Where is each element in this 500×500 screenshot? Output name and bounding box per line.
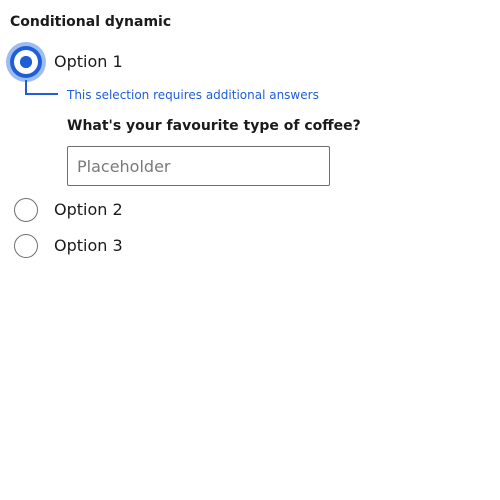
radio-option-1-label: Option 1	[54, 52, 123, 71]
conditional-hint-text: This selection requires additional answe…	[67, 88, 319, 102]
radio-group-form: Conditional dynamic Option 1 This select…	[0, 0, 500, 500]
coffee-type-input[interactable]	[67, 146, 330, 186]
coffee-question-label: What's your favourite type of coffee?	[67, 118, 361, 134]
radio-selected-icon[interactable]	[10, 46, 42, 78]
radio-group-label: Conditional dynamic	[10, 14, 172, 30]
radio-option-3[interactable]: Option 3	[0, 228, 140, 264]
radio-unselected-icon[interactable]	[14, 198, 38, 222]
radio-option-1[interactable]: Option 1	[0, 42, 140, 82]
radio-option-2[interactable]: Option 2	[0, 192, 140, 228]
conditional-connector-line	[25, 80, 58, 95]
radio-unselected-icon[interactable]	[14, 234, 38, 258]
radio-option-2-label: Option 2	[54, 200, 123, 219]
radio-option-3-label: Option 3	[54, 236, 123, 255]
